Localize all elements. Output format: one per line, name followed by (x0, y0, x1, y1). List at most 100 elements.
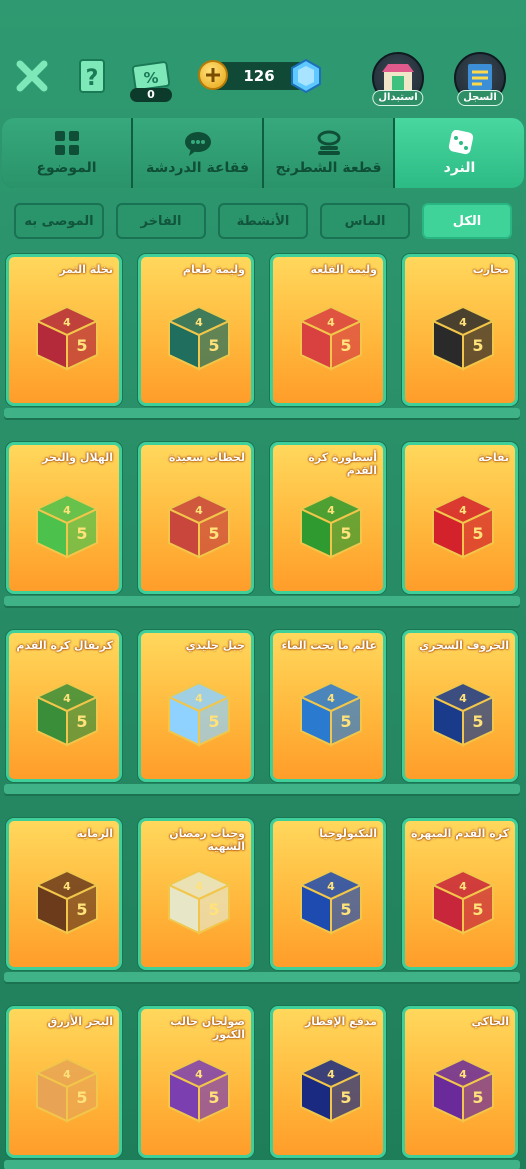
dice-cube-icon: 54 (166, 493, 232, 559)
tab-chat-bubble[interactable]: فقاعة الدردشة (133, 118, 264, 188)
dice-item-name: الحاكي (471, 1015, 510, 1028)
svg-text:4: 4 (327, 692, 335, 705)
dice-item-card[interactable]: جبل جليدي 5 4 (138, 630, 254, 782)
dice-item-name: البحر الأزرق (47, 1015, 113, 1028)
exchange-label: استبدال (372, 90, 424, 106)
dice-item-name: أسطورة كرة القدم (308, 451, 377, 477)
svg-text:4: 4 (63, 1068, 71, 1081)
shelf-row: محارب 5 4 وليمة القلعة 5 4 وليمة طعام 5 4 نخلة ال… (0, 250, 526, 438)
dice-item-card[interactable]: وجبات رمضان الشهية 5 4 (138, 818, 254, 970)
gem-icon (291, 58, 321, 94)
dice-item-name: جبل جليدي (185, 639, 245, 652)
tab-label: النرد (443, 160, 476, 176)
svg-text:5: 5 (340, 900, 351, 919)
close-icon[interactable] (14, 58, 50, 94)
dice-item-card[interactable]: البحر الأزرق 5 4 (6, 1006, 122, 1158)
svg-text:5: 5 (208, 900, 219, 919)
svg-text:4: 4 (63, 880, 71, 893)
svg-text:5: 5 (208, 524, 219, 543)
dice-item-card[interactable]: الحاكي 5 4 (402, 1006, 518, 1158)
shelf-divider (4, 784, 520, 794)
dice-cube-icon: 54 (298, 869, 364, 935)
category-tabs: الموضوع فقاعة الدردشة قطعة الشطرنج النرد (2, 118, 524, 188)
dice-item-name: وليمة القلعة (310, 263, 377, 276)
record-button[interactable]: السجل (454, 52, 506, 106)
shelf-row: تفاحة 5 4 أسطورة كرة القدم 5 4 لحظات سعيدة 5 4 ال… (0, 438, 526, 626)
promo-count-badge: 0 (130, 88, 172, 102)
svg-text:4: 4 (195, 880, 203, 893)
filter-luxury[interactable]: الفاخر (116, 203, 206, 239)
dice-item-card[interactable]: تفاحة 5 4 (402, 442, 518, 594)
dice-item-card[interactable]: نخلة التمر 5 4 (6, 254, 122, 406)
svg-text:%: % (143, 69, 158, 87)
grid-icon (54, 131, 79, 155)
dice-item-card[interactable]: أسطورة كرة القدم 5 4 (270, 442, 386, 594)
svg-text:4: 4 (327, 316, 335, 329)
svg-text:5: 5 (208, 1088, 219, 1107)
dice-item-card[interactable]: وليمة طعام 5 4 (138, 254, 254, 406)
dice-cube-icon: 54 (430, 305, 496, 371)
dice-item-name: مدفع الإفطار (304, 1015, 377, 1028)
dice-item-card[interactable]: الرماية 5 4 (6, 818, 122, 970)
svg-text:5: 5 (472, 336, 483, 355)
top-bar: ? % 0 126 استبدال السجل (0, 0, 526, 112)
dice-item-name: كرنفال كرة القدم (16, 639, 113, 652)
shelf-divider (4, 596, 520, 606)
dice-item-name: التكنولوجيا (319, 827, 377, 840)
dice-item-name: محارب (472, 263, 509, 276)
svg-text:5: 5 (76, 336, 87, 355)
svg-text:4: 4 (63, 504, 71, 517)
svg-text:4: 4 (459, 1068, 467, 1081)
svg-text:4: 4 (195, 1068, 203, 1081)
dice-cube-icon: 54 (34, 493, 100, 559)
dice-cube-icon: 54 (34, 869, 100, 935)
dice-item-card[interactable]: كرنفال كرة القدم 5 4 (6, 630, 122, 782)
svg-text:4: 4 (327, 1068, 335, 1081)
svg-text:5: 5 (340, 712, 351, 731)
dice-icon (448, 130, 473, 155)
dice-item-card[interactable]: صولجان جالب الكنوز 5 4 (138, 1006, 254, 1158)
dice-cube-icon: 54 (298, 305, 364, 371)
filter-activities[interactable]: الأنشطة (218, 203, 308, 239)
dice-item-card[interactable]: الخروف السحري 5 4 (402, 630, 518, 782)
dice-item-card[interactable]: الهلال والبحر 5 4 (6, 442, 122, 594)
dice-item-card[interactable]: مدفع الإفطار 5 4 (270, 1006, 386, 1158)
svg-text:5: 5 (76, 1088, 87, 1107)
svg-text:4: 4 (459, 880, 467, 893)
coin-value: 126 (243, 67, 275, 85)
dice-cube-icon: 54 (298, 681, 364, 747)
add-coins-icon[interactable] (198, 60, 228, 90)
dice-item-name: الرماية (76, 827, 114, 840)
tab-label: فقاعة الدردشة (145, 160, 250, 176)
filter-recommended[interactable]: الموصى به (14, 203, 104, 239)
shelf-row: كرة القدم المبهرة 5 4 التكنولوجيا 5 4 وجبات رم… (0, 814, 526, 1002)
filter-all[interactable]: الكل (422, 203, 512, 239)
dice-cube-icon: 54 (166, 305, 232, 371)
shelf-divider (4, 1160, 520, 1169)
svg-text:4: 4 (327, 504, 335, 517)
shelf-divider (4, 408, 520, 418)
dice-item-card[interactable]: وليمة القلعة 5 4 (270, 254, 386, 406)
dice-item-card[interactable]: كرة القدم المبهرة 5 4 (402, 818, 518, 970)
filter-diamond[interactable]: الماس (320, 203, 410, 239)
record-label: السجل (457, 90, 503, 106)
tab-chess-piece[interactable]: قطعة الشطرنج (264, 118, 395, 188)
exchange-button[interactable]: استبدال (372, 52, 424, 106)
tab-dice[interactable]: النرد (395, 118, 524, 188)
dice-item-name: كرة القدم المبهرة (411, 827, 509, 840)
dice-cube-icon: 54 (34, 681, 100, 747)
svg-text:5: 5 (340, 524, 351, 543)
dice-item-card[interactable]: محارب 5 4 (402, 254, 518, 406)
dice-item-card[interactable]: التكنولوجيا 5 4 (270, 818, 386, 970)
tab-label: قطعة الشطرنج (275, 160, 382, 176)
dice-item-card[interactable]: لحظات سعيدة 5 4 (138, 442, 254, 594)
dice-cube-icon: 54 (430, 1057, 496, 1123)
dice-item-card[interactable]: عالم ما تحت الماء 5 4 (270, 630, 386, 782)
help-icon[interactable]: ? (76, 58, 108, 94)
dice-cube-icon: 54 (34, 305, 100, 371)
tab-theme[interactable]: الموضوع (2, 118, 133, 188)
shelf-row: الخروف السحري 5 4 عالم ما تحت الماء 5 4 جبل جل… (0, 626, 526, 814)
dice-item-name: وجبات رمضان الشهية (169, 827, 245, 853)
filter-chips: الكل الماس الأنشطة الفاخر الموصى به (12, 203, 512, 241)
dice-item-name: وليمة طعام (182, 263, 245, 276)
